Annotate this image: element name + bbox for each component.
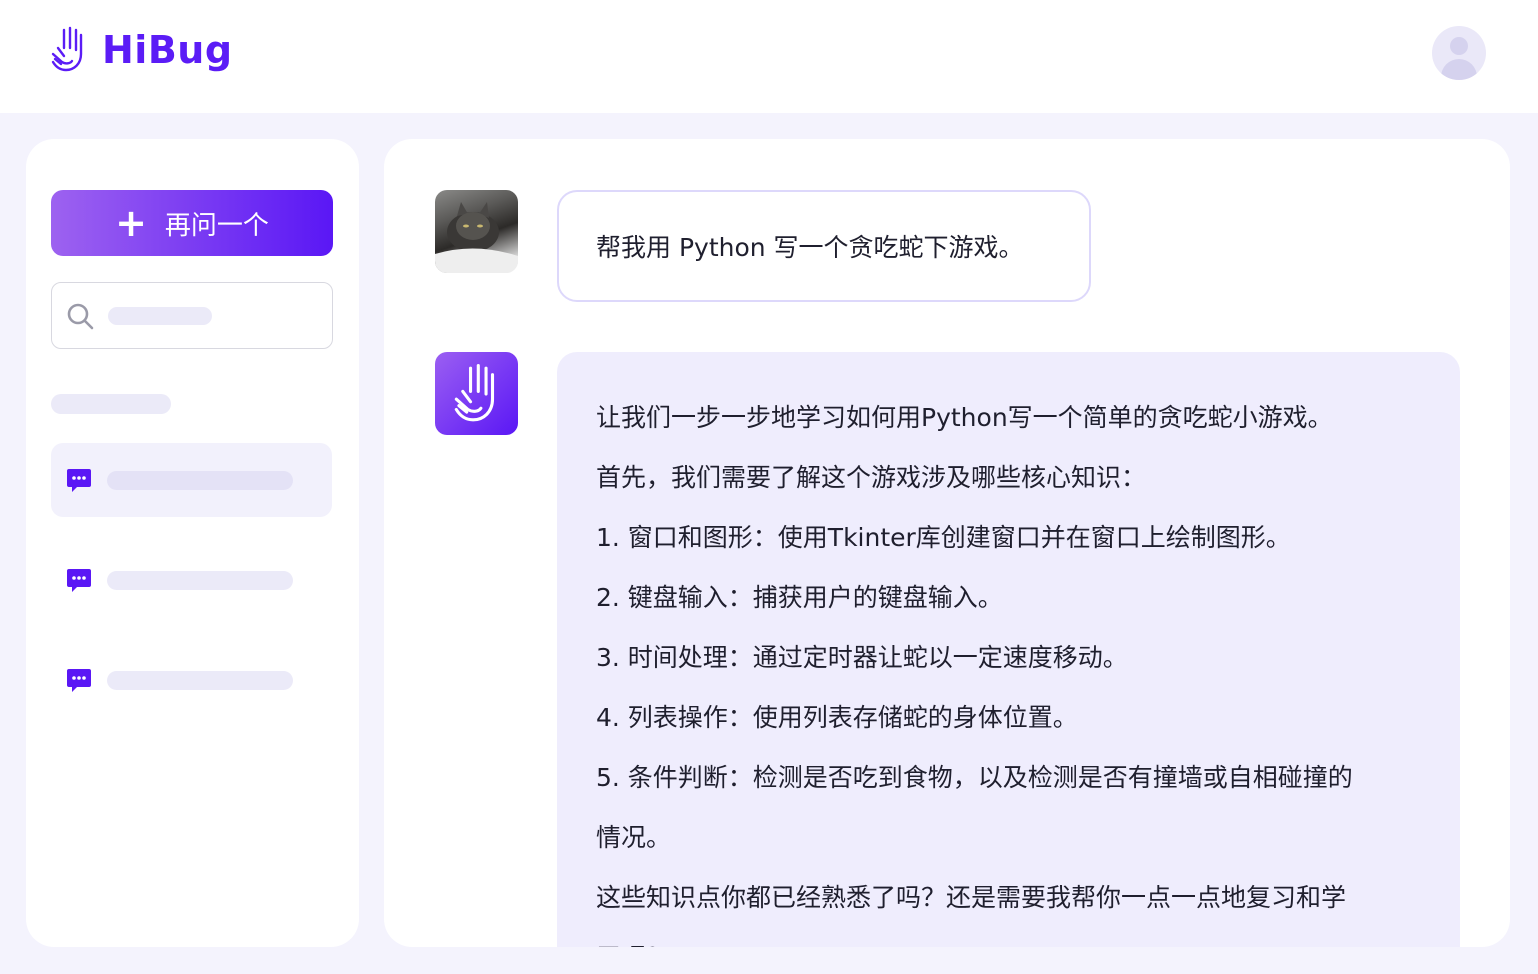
bot-message-line: 习呢？: [596, 928, 1440, 947]
bot-message-line: 2. 键盘输入：捕获用户的键盘输入。: [596, 583, 1003, 612]
user-message-bubble: 帮我用 Python 写一个贪吃蛇下游戏。: [557, 190, 1091, 302]
chat-title-placeholder: [107, 471, 293, 490]
chat-bubble-icon: [67, 469, 91, 492]
bot-message-line: 情况。: [596, 823, 672, 852]
top-bar: HiBug: [0, 0, 1538, 113]
chat-bubble-icon: [67, 569, 91, 592]
hand-icon: [51, 26, 83, 72]
chat-history-item[interactable]: [51, 643, 332, 717]
brand-name: HiBug: [102, 28, 233, 72]
user-message-text: 帮我用 Python 写一个贪吃蛇下游戏。: [596, 233, 1024, 262]
bot-message-line: 1. 窗口和图形：使用Tkinter库创建窗口并在窗口上绘制图形。: [596, 523, 1291, 552]
new-question-label: 再问一个: [164, 210, 269, 241]
plus-icon: +: [115, 201, 147, 245]
search-placeholder-bar: [108, 307, 212, 325]
search-icon: [67, 303, 94, 330]
bot-message-line: 5. 条件判断：检测是否吃到食物，以及检测是否有撞墙或自相碰撞的: [596, 763, 1353, 792]
new-question-button[interactable]: + 再问一个: [51, 190, 333, 256]
search-input[interactable]: [51, 282, 333, 349]
bot-message-line: 这些知识点你都已经熟悉了吗？还是需要我帮你一点一点地复习和学: [596, 883, 1347, 912]
chat-title-placeholder: [107, 571, 293, 590]
logo[interactable]: HiBug: [50, 26, 233, 74]
bot-message-line: 让我们一步一步地学习如何用Python写一个简单的贪吃蛇小游戏。: [596, 403, 1333, 432]
user-avatar: [435, 190, 518, 273]
bot-message-line: 首先，我们需要了解这个游戏涉及哪些核心知识：: [596, 463, 1147, 492]
section-heading-placeholder: [51, 394, 171, 414]
chat-bubble-icon: [67, 669, 91, 692]
chat-history-item[interactable]: [51, 543, 332, 617]
conversation-panel: 帮我用 Python 写一个贪吃蛇下游戏。 让我们一步一步地学习如何用Pytho…: [384, 139, 1510, 947]
chat-history-item[interactable]: [51, 443, 332, 517]
bot-avatar: [435, 352, 518, 435]
chat-title-placeholder: [107, 671, 293, 690]
user-avatar-button[interactable]: [1432, 26, 1486, 80]
sidebar: + 再问一个: [26, 139, 359, 947]
bot-message-line: 4. 列表操作：使用列表存储蛇的身体位置。: [596, 703, 1078, 732]
user-icon: [1450, 37, 1468, 55]
bot-message-bubble: 让我们一步一步地学习如何用Python写一个简单的贪吃蛇小游戏。 首先，我们需要…: [557, 352, 1460, 947]
hand-icon: [454, 363, 494, 421]
bot-message-line: 3. 时间处理：通过定时器让蛇以一定速度移动。: [596, 643, 1128, 672]
user-icon-body: [1441, 59, 1477, 80]
cat-photo: [435, 202, 518, 273]
